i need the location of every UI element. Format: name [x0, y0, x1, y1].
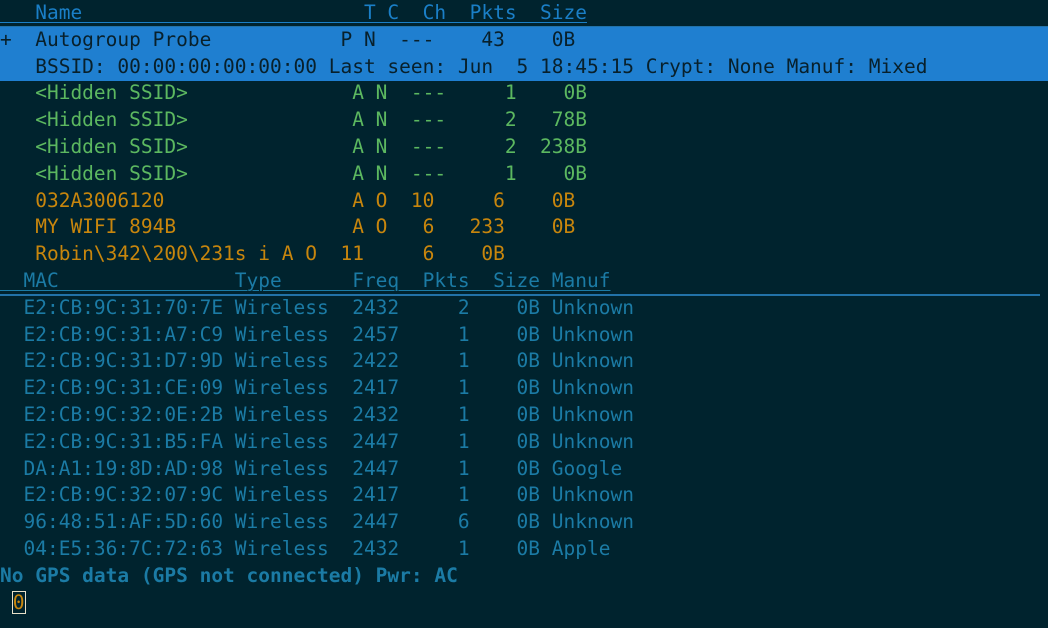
network-row-selected-detail: BSSID: 00:00:00:00:00:00 Last seen: Jun …: [0, 54, 1048, 81]
network-row[interactable]: <Hidden SSID> A N --- 1 0B: [0, 80, 1048, 107]
network-table-header: Name T C Ch Pkts Size: [0, 0, 1048, 27]
device-row[interactable]: 04:E5:36:7C:72:63 Wireless 2432 1 0B App…: [0, 536, 1048, 563]
device-row[interactable]: E2:CB:9C:31:D7:9D Wireless 2422 1 0B Unk…: [0, 348, 1048, 375]
network-row[interactable]: MY WIFI 894B A O 6 233 0B: [0, 214, 1048, 241]
device-table-header: MAC Type Freq Pkts Size Manuf: [0, 268, 1048, 295]
network-row[interactable]: <Hidden SSID> A N --- 1 0B: [0, 161, 1048, 188]
device-header-rule: [0, 294, 1040, 296]
device-row[interactable]: E2:CB:9C:31:CE:09 Wireless 2417 1 0B Unk…: [0, 375, 1048, 402]
status-bar: No GPS data (GPS not connected) Pwr: AC: [0, 563, 1048, 590]
command-prompt: [0, 591, 12, 614]
network-row[interactable]: <Hidden SSID> A N --- 2 78B: [0, 107, 1048, 134]
command-cursor[interactable]: 0: [12, 591, 26, 614]
network-row-selected[interactable]: + Autogroup Probe P N --- 43 0B: [0, 27, 1048, 54]
command-line[interactable]: 0: [0, 590, 1048, 617]
device-row[interactable]: E2:CB:9C:32:0E:2B Wireless 2432 1 0B Unk…: [0, 402, 1048, 429]
network-row[interactable]: Robin\342\200\231s i A O 11 6 0B: [0, 241, 1048, 268]
device-row[interactable]: E2:CB:9C:31:B5:FA Wireless 2447 1 0B Unk…: [0, 429, 1048, 456]
device-row[interactable]: 96:48:51:AF:5D:60 Wireless 2447 6 0B Unk…: [0, 509, 1048, 536]
device-row[interactable]: DA:A1:19:8D:AD:98 Wireless 2447 1 0B Goo…: [0, 456, 1048, 483]
terminal-content: Name T C Ch Pkts Size + Autogroup Probe …: [0, 0, 1048, 616]
device-row[interactable]: E2:CB:9C:31:70:7E Wireless 2432 2 0B Unk…: [0, 295, 1048, 322]
terminal-screen: Name T C Ch Pkts Size + Autogroup Probe …: [0, 0, 1048, 628]
network-row[interactable]: 032A3006120 A O 10 6 0B: [0, 188, 1048, 215]
device-row[interactable]: E2:CB:9C:32:07:9C Wireless 2417 1 0B Unk…: [0, 482, 1048, 509]
network-row[interactable]: <Hidden SSID> A N --- 2 238B: [0, 134, 1048, 161]
device-row[interactable]: E2:CB:9C:31:A7:C9 Wireless 2457 1 0B Unk…: [0, 322, 1048, 349]
